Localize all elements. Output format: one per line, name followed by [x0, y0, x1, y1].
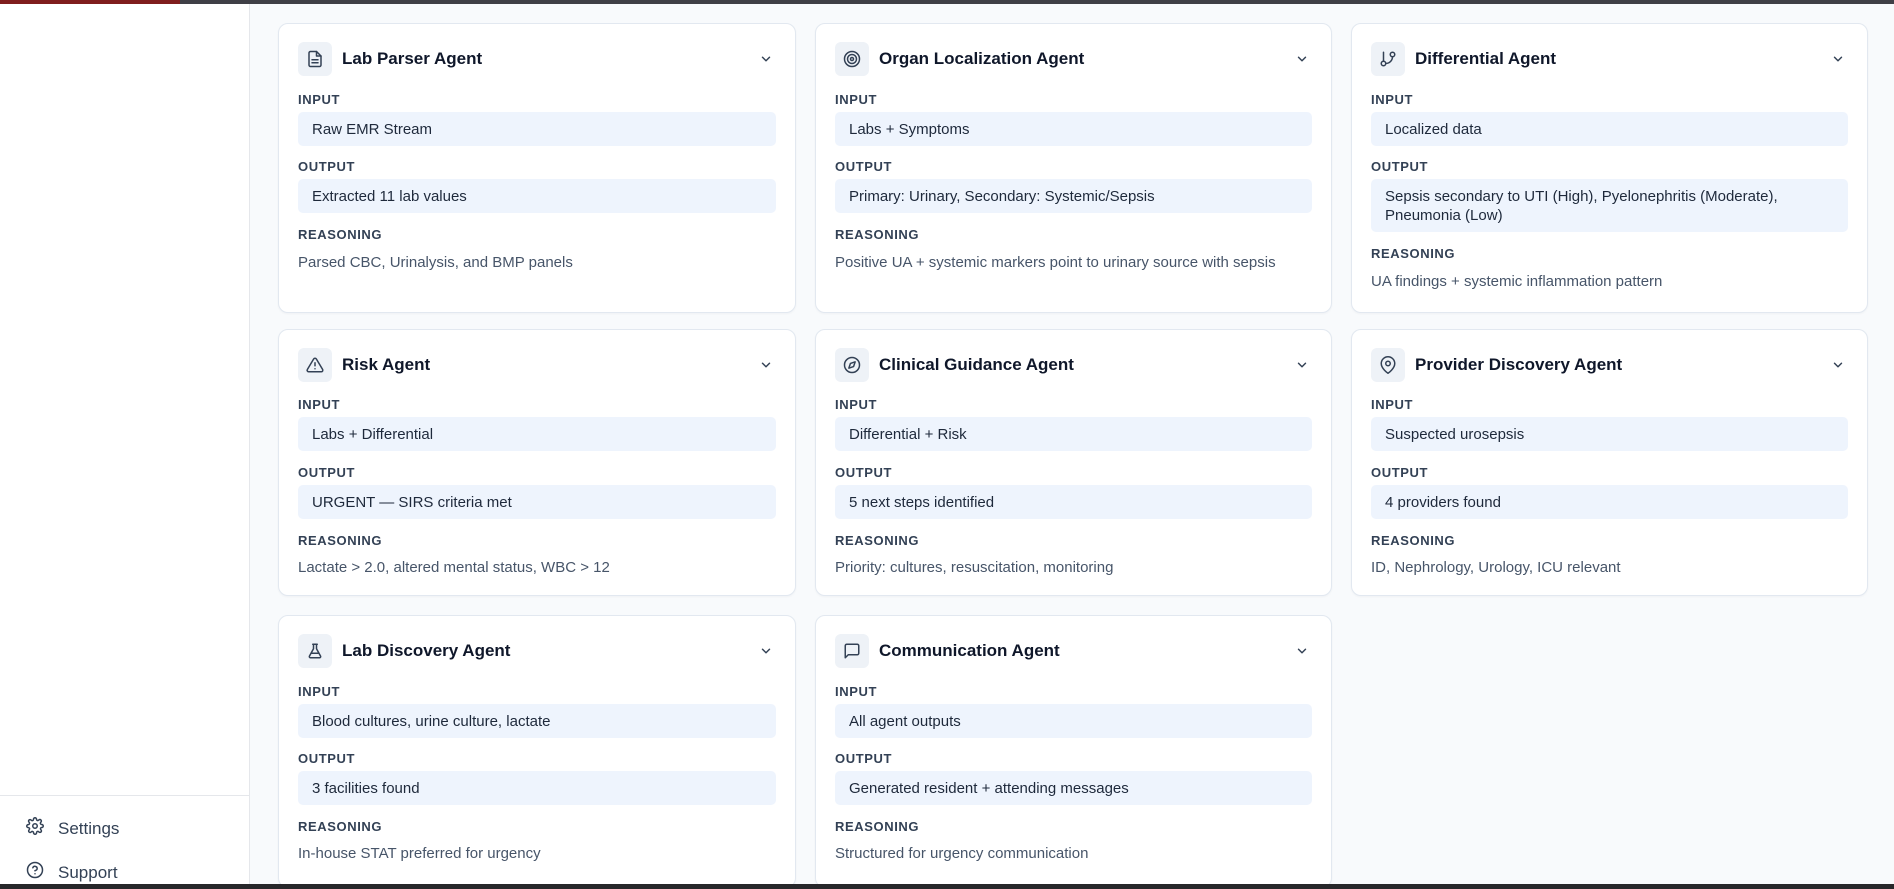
reasoning-text: In-house STAT preferred for urgency	[298, 845, 541, 862]
agent-card-lab-discovery: Lab Discovery Agent INPUT Blood cultures…	[278, 615, 796, 888]
reasoning-text: Parsed CBC, Urinalysis, and BMP panels	[298, 254, 573, 271]
reasoning-label: REASONING	[1371, 533, 1456, 548]
card-title: Communication Agent	[879, 641, 1060, 660]
reasoning-text: UA findings + systemic inflammation patt…	[1371, 273, 1663, 290]
help-circle-icon	[26, 861, 44, 884]
chevron-down-icon[interactable]	[756, 49, 776, 69]
reasoning-label: REASONING	[835, 227, 920, 242]
chevron-down-icon[interactable]	[756, 641, 776, 661]
input-label: INPUT	[835, 92, 877, 107]
input-value: Labs + Symptoms	[835, 112, 1312, 146]
input-value: Labs + Differential	[298, 417, 776, 451]
output-label: OUTPUT	[298, 465, 356, 480]
card-title: Organ Localization Agent	[879, 49, 1085, 68]
output-label: OUTPUT	[298, 751, 356, 766]
input-value: Localized data	[1371, 112, 1848, 146]
input-label: INPUT	[298, 684, 340, 699]
chevron-down-icon[interactable]	[1292, 355, 1312, 375]
input-value: Raw EMR Stream	[298, 112, 776, 146]
reasoning-label: REASONING	[1371, 246, 1456, 261]
output-label: OUTPUT	[1371, 465, 1429, 480]
reasoning-text: Structured for urgency communication	[835, 845, 1089, 862]
agent-card-risk: Risk Agent INPUT Labs + Differential OUT…	[278, 329, 796, 596]
card-title: Risk Agent	[342, 355, 431, 374]
input-label: INPUT	[1371, 92, 1413, 107]
card-title: Clinical Guidance Agent	[879, 355, 1074, 374]
agent-card-communication: Communication Agent INPUT All agent outp…	[815, 615, 1332, 888]
agent-card-differential: Differential Agent INPUT Localized data …	[1351, 23, 1868, 313]
git-branch-icon	[1371, 42, 1405, 76]
chevron-down-icon[interactable]	[1828, 355, 1848, 375]
output-label: OUTPUT	[1371, 159, 1429, 174]
chevron-down-icon[interactable]	[756, 355, 776, 375]
output-value: 5 next steps identified	[835, 485, 1312, 519]
reasoning-text: ID, Nephrology, Urology, ICU relevant	[1371, 559, 1621, 576]
input-label: INPUT	[1371, 397, 1413, 412]
input-value: All agent outputs	[835, 704, 1312, 738]
output-value: Primary: Urinary, Secondary: Systemic/Se…	[835, 179, 1312, 213]
chevron-down-icon[interactable]	[1292, 641, 1312, 661]
map-pin-icon	[1371, 348, 1405, 382]
gear-icon	[26, 817, 44, 840]
reasoning-label: REASONING	[298, 819, 383, 834]
card-title: Differential Agent	[1415, 49, 1557, 68]
output-value: 4 providers found	[1371, 485, 1848, 519]
card-title: Lab Parser Agent	[342, 49, 483, 68]
input-label: INPUT	[835, 684, 877, 699]
reasoning-text: Positive UA + systemic markers point to …	[835, 254, 1276, 271]
input-value: Suspected urosepsis	[1371, 417, 1848, 451]
card-header[interactable]: Organ Localization Agent	[835, 42, 1312, 76]
reasoning-label: REASONING	[298, 533, 383, 548]
flask-icon	[298, 634, 332, 668]
agent-card-organ-localization: Organ Localization Agent INPUT Labs + Sy…	[815, 23, 1332, 313]
output-value: Generated resident + attending messages	[835, 771, 1312, 805]
card-header[interactable]: Risk Agent	[298, 348, 776, 382]
reasoning-label: REASONING	[835, 533, 920, 548]
card-header[interactable]: Lab Discovery Agent	[298, 634, 776, 668]
output-value: 3 facilities found	[298, 771, 776, 805]
sidebar-item-label: Settings	[58, 818, 120, 838]
input-value: Differential + Risk	[835, 417, 1312, 451]
agent-card-lab-parser: Lab Parser Agent INPUT Raw EMR Stream OU…	[278, 23, 796, 313]
reasoning-text: Priority: cultures, resuscitation, monit…	[835, 559, 1114, 576]
card-header[interactable]: Provider Discovery Agent	[1371, 348, 1848, 382]
input-value: Blood cultures, urine culture, lactate	[298, 704, 776, 738]
card-header[interactable]: Lab Parser Agent	[298, 42, 776, 76]
agent-card-provider-discovery: Provider Discovery Agent INPUT Suspected…	[1351, 329, 1868, 596]
output-label: OUTPUT	[835, 751, 893, 766]
reasoning-text: Lactate > 2.0, altered mental status, WB…	[298, 559, 610, 576]
card-title: Provider Discovery Agent	[1415, 355, 1623, 374]
output-value: Sepsis secondary to UTI (High), Pyelonep…	[1371, 179, 1848, 232]
sidebar-footer: Settings Support	[0, 795, 249, 884]
card-header[interactable]: Clinical Guidance Agent	[835, 348, 1312, 382]
sidebar: Settings Support	[0, 4, 250, 884]
window-bottom-bar	[0, 884, 1894, 889]
sidebar-item-settings[interactable]: Settings	[26, 817, 119, 840]
compass-icon	[835, 348, 869, 382]
reasoning-label: REASONING	[835, 819, 920, 834]
card-header[interactable]: Differential Agent	[1371, 42, 1848, 76]
chevron-down-icon[interactable]	[1828, 49, 1848, 69]
input-label: INPUT	[298, 92, 340, 107]
card-header[interactable]: Communication Agent	[835, 634, 1312, 668]
main-content: Lab Parser Agent INPUT Raw EMR Stream OU…	[250, 4, 1894, 888]
output-label: OUTPUT	[298, 159, 356, 174]
output-value: URGENT — SIRS criteria met	[298, 485, 776, 519]
document-icon	[298, 42, 332, 76]
output-label: OUTPUT	[835, 465, 893, 480]
reasoning-label: REASONING	[298, 227, 383, 242]
output-value: Extracted 11 lab values	[298, 179, 776, 213]
message-square-icon	[835, 634, 869, 668]
output-label: OUTPUT	[835, 159, 893, 174]
input-label: INPUT	[298, 397, 340, 412]
agent-card-clinical-guidance: Clinical Guidance Agent INPUT Differenti…	[815, 329, 1332, 596]
chevron-down-icon[interactable]	[1292, 49, 1312, 69]
sidebar-item-label: Support	[58, 862, 118, 882]
warning-triangle-icon	[298, 348, 332, 382]
target-icon	[835, 42, 869, 76]
card-title: Lab Discovery Agent	[342, 641, 511, 660]
input-label: INPUT	[835, 397, 877, 412]
sidebar-item-support[interactable]: Support	[26, 861, 118, 884]
